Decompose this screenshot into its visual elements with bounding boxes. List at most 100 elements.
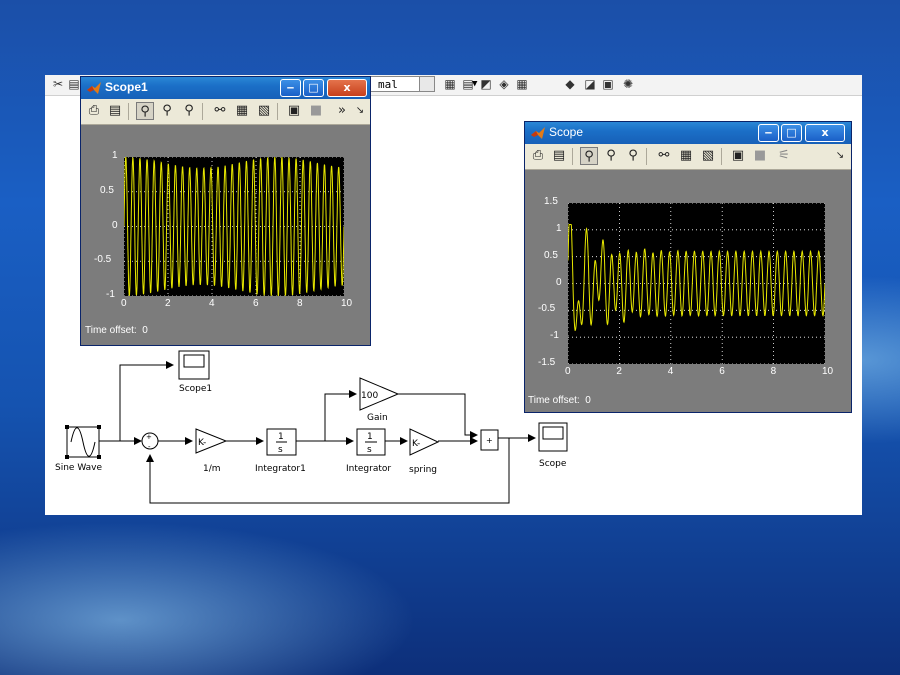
- lock-icon[interactable]: ■: [307, 102, 325, 120]
- parameters-icon[interactable]: ▤: [106, 102, 124, 120]
- y-tick-label: 1.5: [544, 196, 558, 207]
- scope-toolbar: ⎙ ▤ ⚲ ⚲ ⚲ ⚯ ▦ ▧ ▣ ■ ⚟ ↘: [525, 144, 851, 170]
- minimize-button[interactable]: ‒: [280, 79, 301, 97]
- separator: [128, 103, 129, 120]
- separator: [572, 148, 573, 165]
- sine-wave-block[interactable]: [65, 425, 101, 459]
- zoom-x-icon[interactable]: ⚲: [158, 102, 176, 120]
- zoom-icon[interactable]: ⚲: [136, 102, 154, 120]
- autoscale-icon[interactable]: ⚯: [211, 102, 229, 120]
- x-tick-label: 4: [209, 298, 215, 309]
- x-tick-label: 6: [253, 298, 259, 309]
- x-tick-label: 2: [616, 366, 622, 377]
- floating-scope-icon[interactable]: ▣: [729, 147, 747, 165]
- y-tick-label: -1: [106, 289, 115, 300]
- separator: [277, 103, 278, 120]
- svg-text:1: 1: [367, 432, 373, 442]
- print-icon[interactable]: ⎙: [529, 147, 547, 165]
- svg-text:K-: K-: [198, 438, 206, 448]
- save-axes-icon[interactable]: ▦: [233, 102, 251, 120]
- scope-plot: [567, 202, 826, 365]
- scope1-plot: [123, 156, 345, 297]
- close-button[interactable]: x: [327, 79, 367, 97]
- svg-text:s: s: [278, 445, 283, 455]
- x-tick-label: 0: [121, 298, 127, 309]
- dock-icon[interactable]: ↘: [351, 102, 369, 120]
- time-offset-value: 0: [142, 325, 148, 336]
- integrator-block[interactable]: 1 s: [356, 428, 386, 456]
- y-tick-label: -0.5: [94, 254, 112, 266]
- spring-gain-block[interactable]: K-: [409, 428, 440, 456]
- gain-label: Gain: [367, 413, 388, 423]
- zoom-icon[interactable]: ⚲: [580, 147, 598, 165]
- y-tick-label: 1: [556, 222, 562, 234]
- separator: [646, 148, 647, 165]
- x-tick-label: 6: [719, 366, 725, 377]
- svg-text:K-: K-: [412, 439, 420, 449]
- lock-icon[interactable]: ■: [751, 147, 769, 165]
- time-offset-value: 0: [585, 395, 591, 406]
- svg-text:+: +: [486, 436, 493, 445]
- time-offset-label: Time offset:: [85, 325, 137, 336]
- matlab-icon: [87, 82, 101, 94]
- maximize-button[interactable]: □: [781, 124, 802, 142]
- gain-100-block[interactable]: 100: [359, 377, 400, 411]
- signal-selector-icon[interactable]: ⚟: [775, 147, 793, 165]
- scope1-toolbar: ⎙ ▤ ⚲ ⚲ ⚲ ⚯ ▦ ▧ ▣ ■ » ↘: [81, 99, 370, 125]
- time-offset-label: Time offset:: [528, 395, 580, 406]
- y-tick-label: -0.5: [538, 303, 556, 315]
- scope-label: Scope: [539, 459, 567, 469]
- zoom-x-icon[interactable]: ⚲: [602, 147, 620, 165]
- y-tick-label: -1: [550, 330, 559, 342]
- parameters-icon[interactable]: ▤: [550, 147, 568, 165]
- scope1-block[interactable]: [178, 350, 210, 380]
- svg-text:1: 1: [278, 432, 284, 442]
- scope1-time-offset: Time offset: 0: [85, 325, 148, 336]
- x-tick-label: 10: [341, 298, 353, 309]
- sum-block[interactable]: + -: [141, 432, 159, 451]
- separator: [202, 103, 203, 120]
- scope1-label: Scope1: [179, 384, 212, 394]
- signal-line[interactable]: [324, 390, 357, 441]
- scope-titlebar[interactable]: Scope ‒ □ x: [525, 122, 851, 144]
- zoom-y-icon[interactable]: ⚲: [180, 102, 198, 120]
- maximize-button[interactable]: □: [303, 79, 324, 97]
- integrator1-block[interactable]: 1 s: [266, 428, 297, 456]
- separator: [721, 148, 722, 165]
- save-axes-icon[interactable]: ▦: [677, 147, 695, 165]
- spring-label: spring: [409, 465, 437, 475]
- y-tick-label: 0: [112, 219, 118, 231]
- signal-line[interactable]: [119, 361, 174, 441]
- x-tick-label: 10: [822, 366, 834, 377]
- x-tick-label: 4: [667, 366, 674, 377]
- floating-scope-icon[interactable]: ▣: [285, 102, 303, 120]
- dock-icon[interactable]: ↘: [831, 147, 849, 165]
- restore-axes-icon[interactable]: ▧: [699, 147, 717, 165]
- close-button[interactable]: x: [805, 124, 845, 142]
- scope-window[interactable]: Scope ‒ □ x ⎙ ▤ ⚲ ⚲ ⚲ ⚯ ▦ ▧ ▣ ■ ⚟ ↘ 0 2 4 6…: [524, 121, 852, 413]
- svg-text:100: 100: [361, 391, 378, 401]
- integrator1-label: Integrator1: [255, 464, 306, 474]
- y-tick-label: -1.5: [538, 357, 556, 368]
- signal-trace: [123, 156, 345, 297]
- scope1-window[interactable]: Scope1 ‒ □ x ⎙ ▤ ⚲ ⚲ ⚲ ⚯ ▦ ▧ ▣ ■ » ↘ 0 2 4…: [80, 76, 371, 346]
- x-tick-label: 8: [770, 366, 777, 377]
- matlab-icon: [531, 127, 545, 139]
- scope1-titlebar[interactable]: Scope1 ‒ □ x: [81, 77, 370, 99]
- integrator-label: Integrator: [346, 464, 391, 474]
- svg-text:s: s: [367, 445, 372, 455]
- gain-1-over-m-block[interactable]: K-: [195, 428, 228, 454]
- sum2-block[interactable]: +: [480, 429, 499, 451]
- zoom-y-icon[interactable]: ⚲: [624, 147, 642, 165]
- minimize-button[interactable]: ‒: [758, 124, 779, 142]
- scope1-plot-area[interactable]: [123, 156, 345, 297]
- print-icon[interactable]: ⎙: [85, 102, 103, 120]
- autoscale-icon[interactable]: ⚯: [655, 147, 673, 165]
- restore-axes-icon[interactable]: ▧: [255, 102, 273, 120]
- scope-plot-area[interactable]: [567, 202, 826, 365]
- scope-block[interactable]: [538, 422, 568, 452]
- more-icon[interactable]: »: [333, 102, 351, 120]
- x-tick-label: 0: [565, 366, 571, 377]
- y-tick-label: 0.5: [100, 184, 114, 196]
- y-tick-label: 0.5: [544, 249, 558, 261]
